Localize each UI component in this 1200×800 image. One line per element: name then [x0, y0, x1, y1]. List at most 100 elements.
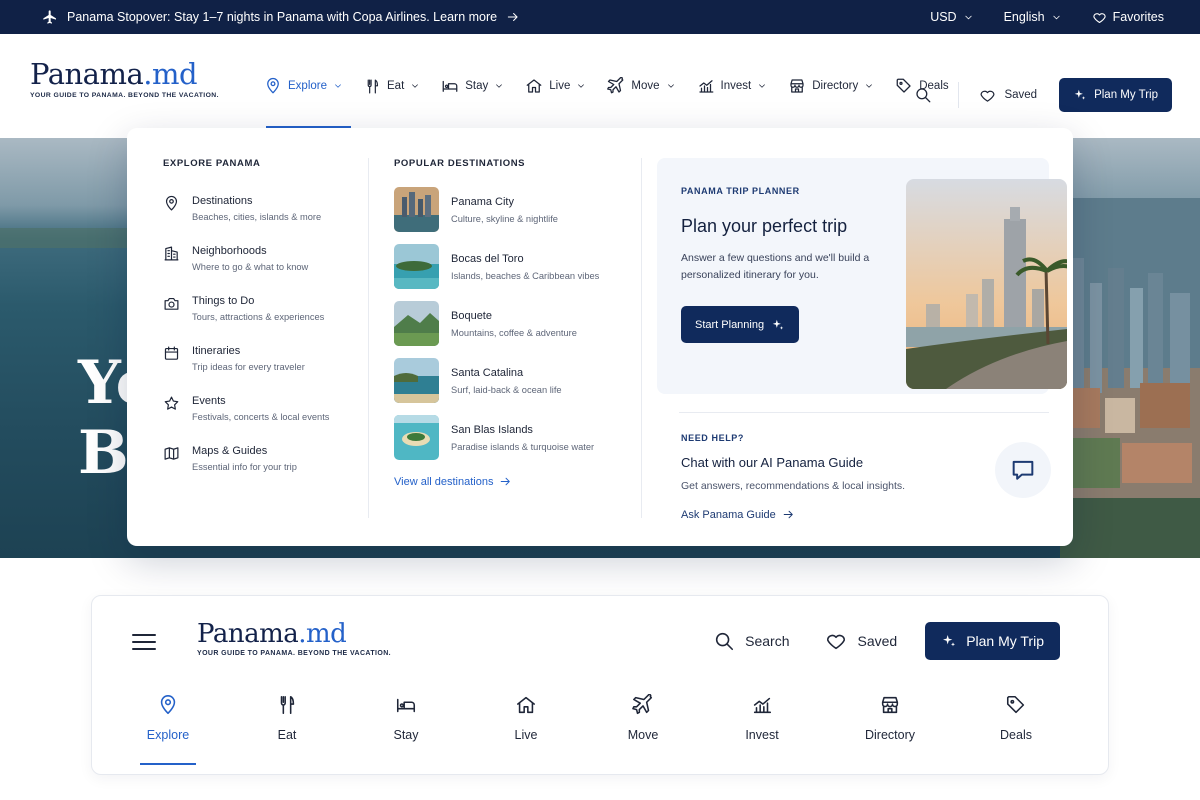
map-pin-icon: [267, 77, 279, 94]
chart-icon: [753, 697, 772, 714]
plan-my-trip-button[interactable]: Plan My Trip: [925, 622, 1060, 660]
building-icon: [164, 246, 179, 261]
saved-link[interactable]: Saved: [825, 630, 897, 652]
menu-item-events[interactable]: Events Festivals, concerts & local events: [163, 389, 329, 439]
menu-item-itineraries[interactable]: Itineraries Trip ideas for every traveler: [163, 339, 329, 389]
destination-subtitle: Culture, skyline & nightlife: [451, 213, 558, 224]
explore-column: EXPLORE PANAMA Destinations Beaches, citi…: [163, 158, 329, 489]
nav-item-live[interactable]: Live: [525, 34, 586, 138]
chevron-down-icon: [667, 84, 674, 88]
tab-label: Explore: [146, 728, 190, 742]
view-all-destinations-link[interactable]: View all destinations: [394, 475, 599, 488]
stopover-promo-link[interactable]: Panama Stopover: Stay 1–7 nights in Pana…: [42, 9, 520, 25]
nav-item-directory[interactable]: Directory: [788, 34, 874, 138]
home-icon: [516, 696, 536, 714]
currency-selector[interactable]: USD: [930, 10, 973, 24]
saved-link[interactable]: Saved: [979, 87, 1037, 104]
chart-icon: [698, 80, 713, 93]
fork-knife-icon: [367, 79, 379, 93]
tab-deals[interactable]: Deals: [966, 694, 1066, 742]
menu-item-title: Neighborhoods: [192, 245, 267, 257]
ask-panama-guide-link[interactable]: Ask Panama Guide: [681, 508, 795, 521]
search-icon[interactable]: [914, 86, 932, 104]
chevron-down-icon: [866, 84, 873, 88]
brand-logo[interactable]: Panama.md YOUR GUIDE TO PANAMA. BEYOND T…: [197, 618, 391, 657]
destination-boquete[interactable]: Boquete Mountains, coffee & adventure: [394, 295, 599, 352]
plan-button-label: Plan My Trip: [966, 633, 1044, 649]
menu-item-subtitle: Trip ideas for every traveler: [192, 362, 305, 372]
nav-item-stay[interactable]: Stay: [441, 34, 504, 138]
destination-san-blas-islands[interactable]: San Blas Islands Paradise islands & turqu…: [394, 409, 599, 466]
storefront-icon: [881, 696, 899, 714]
destination-title: San Blas Islands: [451, 423, 533, 436]
saved-label: Saved: [857, 633, 898, 649]
menu-item-neighborhoods[interactable]: Neighborhoods Where to go & what to know: [163, 239, 329, 289]
tag-icon: [896, 78, 911, 93]
nav-label: Directory: [812, 80, 859, 92]
tab-directory[interactable]: Directory: [840, 694, 940, 742]
map-pin-icon: [160, 695, 176, 715]
fork-knife-icon: [280, 695, 295, 715]
tab-eat[interactable]: Eat: [237, 694, 337, 742]
help-description: Get answers, recommendations & local ins…: [681, 480, 906, 492]
heart-icon: [827, 634, 846, 650]
popular-column-title: POPULAR DESTINATIONS: [394, 158, 526, 169]
chevron-down-icon: [412, 84, 419, 88]
language-selector[interactable]: English: [1004, 10, 1062, 24]
main-nav: Explore Eat Stay Live Move Invest Direct…: [264, 34, 970, 138]
nav-item-explore[interactable]: Explore: [264, 34, 351, 138]
tab-label: Move: [627, 728, 659, 742]
brand-logo[interactable]: Panama.md YOUR GUIDE TO PANAMA. BEYOND T…: [30, 56, 219, 99]
planner-kicker: PANAMA TRIP PLANNER: [681, 186, 800, 196]
menu-divider: [368, 158, 369, 518]
nav-label: Move: [631, 80, 660, 92]
promo-text: Panama Stopover: Stay 1–7 nights in Pana…: [67, 10, 498, 24]
sparkle-icon: [772, 319, 784, 330]
favorites-link[interactable]: Favorites: [1092, 10, 1164, 25]
hamburger-menu-icon[interactable]: [132, 630, 156, 654]
plane-icon: [43, 10, 56, 24]
explore-mega-menu: EXPLORE PANAMA Destinations Beaches, citi…: [127, 128, 1073, 546]
destination-santa-catalina[interactable]: Santa Catalina Surf, laid-back & ocean li…: [394, 352, 599, 409]
header-divider: [958, 82, 960, 108]
star-icon: [164, 396, 179, 410]
tag-icon: [1006, 695, 1025, 714]
menu-item-destinations[interactable]: Destinations Beaches, cities, islands & m…: [163, 189, 329, 239]
nav-label: Stay: [465, 80, 489, 92]
destination-thumbnail: [394, 358, 439, 403]
nav-item-move[interactable]: Move: [607, 34, 675, 138]
menu-item-maps-guides[interactable]: Maps & Guides Essential info for your tri…: [163, 439, 329, 489]
menu-item-things-to-do[interactable]: Things to Do Tours, attractions & experie…: [163, 289, 329, 339]
explore-column-title: EXPLORE PANAMA: [163, 158, 261, 169]
chevron-down-icon: [759, 84, 766, 88]
tab-stay[interactable]: Stay: [356, 694, 456, 742]
destination-panama-city[interactable]: Panama City Culture, skyline & nightlife: [394, 181, 599, 238]
bed-icon: [442, 80, 458, 92]
tab-label: Stay: [393, 728, 419, 742]
map-pin-icon: [165, 195, 178, 211]
popular-destinations-column: POPULAR DESTINATIONS Panama City Culture,…: [394, 158, 599, 488]
tab-invest[interactable]: Invest: [712, 694, 812, 742]
nav-item-invest[interactable]: Invest: [697, 34, 768, 138]
destination-bocas-del-toro[interactable]: Bocas del Toro Islands, beaches & Caribbe…: [394, 238, 599, 295]
chat-button[interactable]: [995, 442, 1051, 498]
ask-guide-label: Ask Panama Guide: [681, 508, 776, 521]
search-button[interactable]: Search: [713, 630, 789, 652]
menu-item-subtitle: Where to go & what to know: [192, 262, 309, 272]
start-planning-button[interactable]: Start Planning: [681, 306, 800, 343]
chevron-down-icon: [578, 84, 585, 88]
destination-title: Panama City: [451, 195, 514, 208]
plan-my-trip-button[interactable]: Plan My Trip: [1059, 78, 1172, 112]
logo-name: Panama: [197, 619, 299, 649]
tab-move[interactable]: Move: [593, 694, 693, 742]
nav-item-eat[interactable]: Eat: [364, 34, 420, 138]
chevron-down-icon: [496, 84, 503, 88]
tab-live[interactable]: Live: [476, 694, 576, 742]
favorites-label: Favorites: [1112, 10, 1164, 24]
help-divider: [679, 412, 1049, 413]
search-label: Search: [745, 633, 790, 649]
tab-explore[interactable]: Explore: [118, 694, 218, 765]
tab-label: Deals: [1000, 728, 1032, 742]
destination-subtitle: Mountains, coffee & adventure: [451, 327, 577, 338]
planner-description: Answer a few questions and we'll build a…: [681, 252, 870, 281]
